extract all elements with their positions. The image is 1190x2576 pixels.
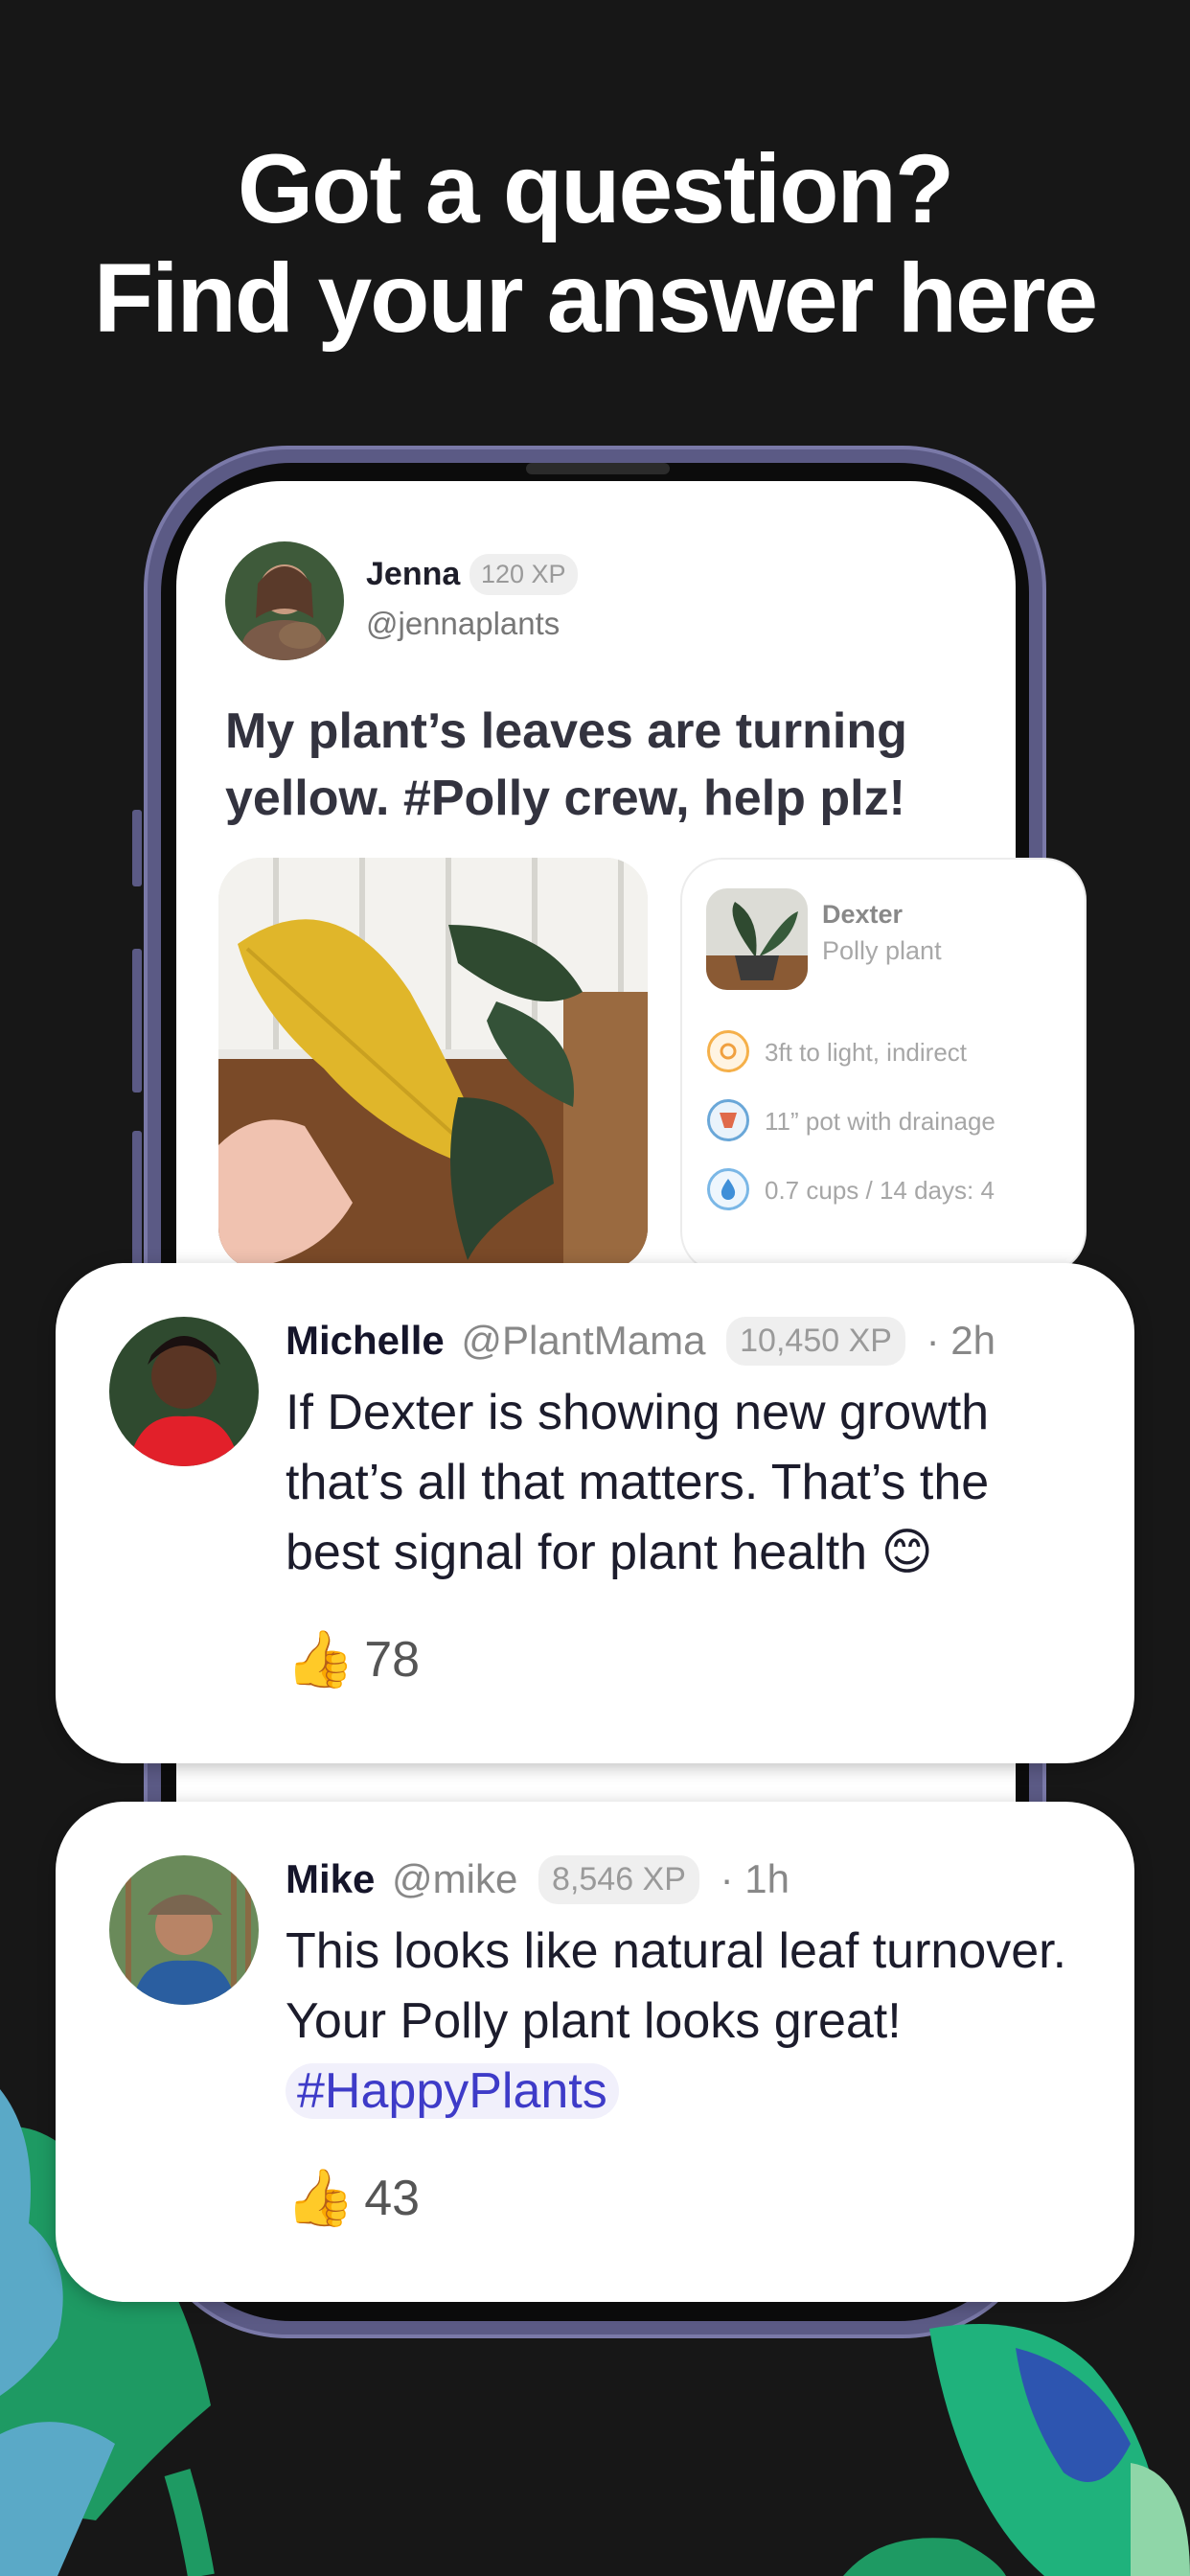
comment-text: If Dexter is showing new growth that’s a… [286, 1378, 1090, 1588]
pot-icon [707, 1099, 749, 1141]
comment-timestamp: · 2h [926, 1318, 995, 1363]
comment-xp-badge: 10,450 XP [726, 1317, 905, 1366]
thumbs-up-icon: 👍 [286, 2167, 355, 2229]
comment-avatar[interactable] [109, 1855, 259, 2005]
smile-emoji-icon: 😊 [881, 1525, 933, 1580]
comment-text: This looks like natural leaf turnover. Y… [286, 1917, 1090, 2127]
comment-author-handle[interactable]: @mike [392, 1856, 517, 1901]
like-button[interactable]: 👍 78 [286, 1627, 420, 1692]
comment-body: This looks like natural leaf turnover. Y… [286, 1923, 1067, 2049]
plant-thumbnail [706, 888, 808, 990]
phone-speaker [526, 463, 670, 474]
like-button[interactable]: 👍 43 [286, 2166, 420, 2231]
comment-xp-badge: 8,546 XP [538, 1855, 699, 1904]
post-text: My plant’s leaves are turning yellow. #P… [225, 703, 907, 826]
side-button-left-3 [132, 1131, 142, 1275]
plant-name: Dexter [822, 900, 904, 929]
headline-line-1: Got a question? [237, 134, 954, 243]
leaf-right-decoration [843, 2324, 1190, 2576]
headline-line-2: Find your answer here [93, 243, 1098, 353]
comment-card[interactable]: Mike @mike 8,546 XP · 1h This looks like… [56, 1802, 1134, 2302]
like-count: 78 [364, 1632, 421, 1688]
sun-icon [707, 1030, 749, 1072]
plant-card[interactable]: Dexter Polly plant 3ft to light, indirec… [680, 858, 1087, 1274]
like-count: 43 [364, 2171, 421, 2226]
side-button-left-2 [132, 949, 142, 1092]
comment-timestamp: · 1h [720, 1856, 790, 1901]
spec-pot-text: 11” pot with drainage [765, 1107, 995, 1136]
comment-header: Mike @mike 8,546 XP · 1h [286, 1855, 790, 1904]
comment-card[interactable]: Michelle @PlantMama 10,450 XP · 2h If De… [56, 1263, 1134, 1763]
post-photo[interactable] [218, 858, 648, 1270]
post-author-avatar[interactable] [225, 541, 344, 660]
hashtag-link[interactable]: #HappyPlants [286, 2063, 619, 2119]
comment-author-name[interactable]: Mike [286, 1856, 375, 1901]
post-author-handle[interactable]: @jennaplants [366, 606, 560, 642]
spec-water-text: 0.7 cups / 14 days: 4 [765, 1176, 995, 1205]
plant-type: Polly plant [822, 936, 942, 965]
headline: Got a question? Find your answer here [0, 134, 1190, 353]
water-drop-icon [707, 1168, 749, 1210]
spec-light-text: 3ft to light, indirect [765, 1038, 967, 1067]
thumbs-up-icon: 👍 [286, 1628, 355, 1690]
post-author-xp-badge: 120 XP [469, 554, 578, 595]
comment-author-name[interactable]: Michelle [286, 1318, 445, 1363]
comment-header: Michelle @PlantMama 10,450 XP · 2h [286, 1317, 995, 1366]
post-author-name[interactable]: Jenna [366, 556, 460, 593]
comment-author-handle[interactable]: @PlantMama [461, 1318, 705, 1363]
comment-avatar[interactable] [109, 1317, 259, 1466]
side-button-left-1 [132, 810, 142, 886]
